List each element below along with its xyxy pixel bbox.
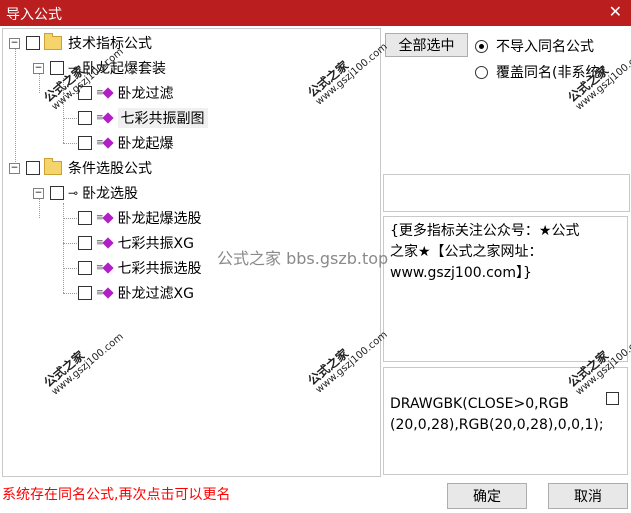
checkbox[interactable]	[26, 161, 40, 175]
checkbox[interactable]	[78, 261, 92, 275]
tree-leaf-label: 卧龙起爆	[117, 136, 174, 152]
formula-icon: ≡	[96, 287, 114, 299]
checkbox[interactable]	[50, 61, 64, 75]
ok-button[interactable]: 确定	[447, 483, 527, 509]
formula-icon: ≡	[96, 87, 114, 99]
tree-line	[63, 243, 77, 244]
tree-leaf-label: 卧龙过滤XG	[117, 286, 194, 302]
tree-leaf[interactable]: ≡ 七彩共振XG	[78, 233, 194, 253]
formula-icon: ≡	[96, 212, 114, 224]
status-message: 系统存在同名公式,再次点击可以更名	[2, 487, 231, 503]
collapse-icon[interactable]: −	[33, 187, 44, 199]
formula-icon: ≡	[96, 112, 114, 124]
description-line: {更多指标关注公众号：★公式	[390, 223, 580, 239]
title-bar: 导入公式 ✕	[0, 0, 631, 26]
formula-icon: ≡	[96, 262, 114, 274]
checkbox[interactable]	[78, 111, 92, 125]
collapse-icon[interactable]: −	[33, 62, 44, 74]
key-icon: ⊸	[68, 61, 79, 75]
tree-node-label: 卧龙起爆套装	[82, 61, 167, 77]
radio-overwrite[interactable]: 覆盖同名(非系统)	[475, 62, 605, 82]
tree-line	[63, 218, 77, 219]
tree-node-wolong-set[interactable]: − ⊸ 卧龙起爆套装	[33, 58, 166, 78]
tree-node-technical-indicators[interactable]: − 技术指标公式	[9, 33, 152, 53]
tree-line	[63, 268, 77, 269]
tree-line	[63, 93, 77, 94]
collapse-icon[interactable]: −	[9, 162, 20, 174]
tree-leaf[interactable]: ≡ 卧龙起爆选股	[78, 208, 202, 228]
radio-label: 不导入同名公式	[496, 39, 594, 55]
tree-leaf[interactable]: ≡ 七彩共振副图	[78, 108, 208, 128]
tree-leaf[interactable]: ≡ 卧龙过滤XG	[78, 283, 194, 303]
checkbox[interactable]	[26, 36, 40, 50]
folder-icon	[44, 33, 62, 50]
checkbox[interactable]	[78, 236, 92, 250]
collapse-icon[interactable]: −	[9, 37, 20, 49]
tree-node-label: 技术指标公式	[68, 36, 152, 52]
checkbox[interactable]	[78, 211, 92, 225]
formula-description: {更多指标关注公众号：★公式 之家★【公式之家网址： www.gszj100.c…	[383, 216, 628, 362]
radio-button[interactable]	[475, 65, 488, 79]
tree-leaf[interactable]: ≡ 卧龙过滤	[78, 83, 174, 103]
tree-node-label: 条件选股公式	[68, 161, 152, 177]
radio-no-import[interactable]: 不导入同名公式	[475, 36, 594, 56]
tree-line	[63, 143, 77, 144]
tree-line	[63, 203, 64, 293]
select-all-button[interactable]: 全部选中	[385, 33, 468, 57]
tree-leaf-label: 卧龙起爆选股	[117, 211, 202, 227]
folder-icon	[44, 158, 62, 175]
window-title: 导入公式	[6, 7, 62, 23]
cancel-button[interactable]: 取消	[548, 483, 628, 509]
formula-icon: ≡	[96, 137, 114, 149]
checkbox[interactable]	[78, 86, 92, 100]
checkbox[interactable]	[78, 136, 92, 150]
tree-leaf[interactable]: ≡ 七彩共振选股	[78, 258, 202, 278]
formula-icon: ≡	[96, 237, 114, 249]
tree-line	[63, 118, 77, 119]
code-line: (20,0,28),RGB(20,0,28),0,0,1);	[390, 417, 604, 433]
formula-tree: − 技术指标公式 − ⊸ 卧龙起爆套装 ≡ 卧龙过滤 ≡ 七彩共振副图 ≡ 卧龙…	[2, 28, 381, 477]
checkbox[interactable]	[50, 186, 64, 200]
tree-leaf-label: 七彩共振副图	[117, 108, 208, 128]
tree-line	[63, 293, 77, 294]
close-icon[interactable]: ✕	[609, 2, 622, 21]
formula-code: DRAWGBK(CLOSE>0,RGB (20,0,28),RGB(20,0,2…	[383, 367, 628, 475]
tree-leaf-label: 七彩共振XG	[117, 236, 194, 252]
tree-line	[15, 48, 16, 166]
checkbox[interactable]	[78, 286, 92, 300]
description-line: www.gszj100.com】}	[390, 265, 532, 281]
tree-leaf-label: 七彩共振选股	[117, 261, 202, 277]
tree-node-label: 卧龙选股	[82, 186, 139, 202]
radio-label: 覆盖同名(非系统)	[496, 65, 605, 81]
tree-leaf-label: 卧龙过滤	[117, 86, 174, 102]
code-checkbox[interactable]	[606, 392, 619, 405]
code-line: DRAWGBK(CLOSE>0,RGB	[390, 396, 569, 412]
tree-line	[63, 78, 64, 143]
description-line: 之家★【公式之家网址：	[390, 244, 543, 260]
radio-button[interactable]	[475, 39, 488, 53]
tree-leaf[interactable]: ≡ 卧龙起爆	[78, 133, 174, 153]
name-field[interactable]	[383, 174, 630, 212]
key-icon: ⊸	[68, 186, 79, 200]
tree-node-wolong-screen[interactable]: − ⊸ 卧龙选股	[33, 183, 138, 203]
tree-node-screening-formulas[interactable]: − 条件选股公式	[9, 158, 152, 178]
